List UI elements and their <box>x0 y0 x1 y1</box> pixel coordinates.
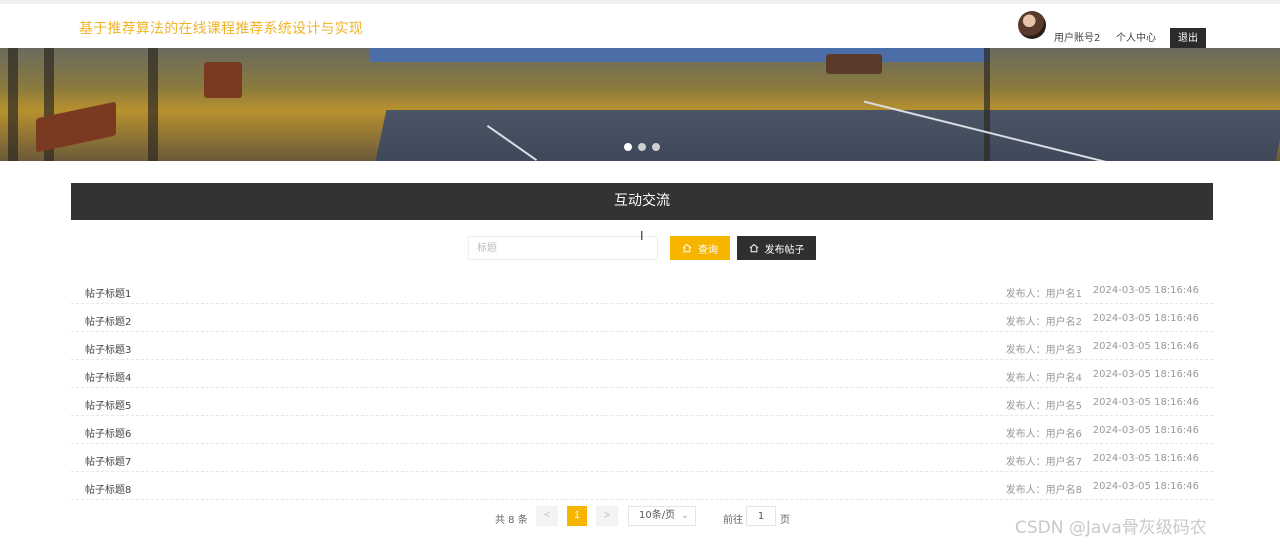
post-row[interactable]: 帖子标题8 发布人：用户名8 2024-03-05 18:16:46 <box>71 472 1213 500</box>
goto-label: 前往 <box>723 515 743 526</box>
publish-post-button[interactable]: 发布帖子 <box>737 236 816 260</box>
post-author: 发布人：用户名7 <box>1005 457 1082 468</box>
post-title[interactable]: 帖子标题2 <box>85 313 131 328</box>
avatar[interactable] <box>1018 11 1046 39</box>
page-number-button[interactable]: 1 <box>567 506 587 526</box>
site-title[interactable]: 基于推荐算法的在线课程推荐系统设计与实现 <box>79 18 363 38</box>
page-size-select[interactable]: 10条/页 ⌄ <box>628 506 696 526</box>
section-title: 互动交流 <box>71 183 1213 220</box>
carousel-dot[interactable] <box>638 143 646 151</box>
post-row[interactable]: 帖子标题2 发布人：用户名2 2024-03-05 18:16:46 <box>71 304 1213 332</box>
post-time: 2024-03-05 18:16:46 <box>1092 397 1199 408</box>
user-center-link[interactable]: 个人中心 <box>1116 29 1156 44</box>
post-author: 发布人：用户名4 <box>1005 373 1082 384</box>
post-row[interactable]: 帖子标题5 发布人：用户名5 2024-03-05 18:16:46 <box>71 388 1213 416</box>
user-account-link[interactable]: 用户账号2 <box>1054 29 1100 44</box>
banner-court <box>373 110 1280 161</box>
post-time: 2024-03-05 18:16:46 <box>1092 453 1199 464</box>
post-author: 发布人：用户名3 <box>1005 345 1082 356</box>
goto-page-input[interactable] <box>746 506 776 526</box>
carousel-dot[interactable] <box>624 143 632 151</box>
post-author: 发布人：用户名2 <box>1005 317 1082 328</box>
banner-bench <box>204 62 242 98</box>
text-cursor-icon: I <box>640 229 644 243</box>
post-row[interactable]: 帖子标题6 发布人：用户名6 2024-03-05 18:16:46 <box>71 416 1213 444</box>
banner-tarp <box>370 48 990 62</box>
publish-post-label: 发布帖子 <box>764 244 805 256</box>
top-header: 基于推荐算法的在线课程推荐系统设计与实现 用户账号2 个人中心 退出 <box>0 0 1280 50</box>
banner-carousel[interactable] <box>0 48 1280 161</box>
post-row[interactable]: 帖子标题3 发布人：用户名3 2024-03-05 18:16:46 <box>71 332 1213 360</box>
banner-tree <box>148 48 158 161</box>
post-time: 2024-03-05 18:16:46 <box>1092 425 1199 436</box>
post-time: 2024-03-05 18:16:46 <box>1092 369 1199 380</box>
post-author: 发布人：用户名6 <box>1005 429 1082 440</box>
post-title[interactable]: 帖子标题3 <box>85 341 131 356</box>
post-title[interactable]: 帖子标题4 <box>85 369 131 384</box>
post-title[interactable]: 帖子标题1 <box>85 285 131 300</box>
banner-tree <box>8 48 18 161</box>
banner-tree <box>984 48 990 161</box>
home-icon <box>682 243 692 253</box>
post-row[interactable]: 帖子标题7 发布人：用户名7 2024-03-05 18:16:46 <box>71 444 1213 472</box>
post-title[interactable]: 帖子标题6 <box>85 425 131 440</box>
post-row[interactable]: 帖子标题1 发布人：用户名1 2024-03-05 18:16:46 <box>71 276 1213 304</box>
post-author: 发布人：用户名1 <box>1005 289 1082 300</box>
post-author: 发布人：用户名5 <box>1005 401 1082 412</box>
search-button[interactable]: 查询 <box>670 236 730 260</box>
post-title[interactable]: 帖子标题7 <box>85 453 131 468</box>
chevron-down-icon: ⌄ <box>680 510 689 521</box>
home-icon <box>749 243 758 253</box>
watermark: CSDN @Java骨灰级码农 <box>1015 518 1207 538</box>
post-list: 帖子标题1 发布人：用户名1 2024-03-05 18:16:46 帖子标题2… <box>71 276 1213 500</box>
post-time: 2024-03-05 18:16:46 <box>1092 313 1199 324</box>
title-search-input[interactable] <box>468 236 658 260</box>
post-title[interactable]: 帖子标题5 <box>85 397 131 412</box>
post-time: 2024-03-05 18:16:46 <box>1092 481 1199 492</box>
banner-bench <box>826 54 882 74</box>
post-time: 2024-03-05 18:16:46 <box>1092 285 1199 296</box>
carousel-dots <box>624 143 660 151</box>
post-author: 发布人：用户名8 <box>1005 485 1082 496</box>
carousel-dot[interactable] <box>652 143 660 151</box>
prev-page-button[interactable]: < <box>536 506 558 526</box>
goto-unit: 页 <box>780 515 790 526</box>
next-page-button[interactable]: > <box>596 506 618 526</box>
page-size-value: 10条/页 <box>639 510 676 521</box>
logout-button[interactable]: 退出 <box>1170 28 1206 50</box>
pagination-total: 共 8 条 <box>495 515 528 526</box>
search-button-label: 查询 <box>698 244 718 256</box>
post-title[interactable]: 帖子标题8 <box>85 481 131 496</box>
post-row[interactable]: 帖子标题4 发布人：用户名4 2024-03-05 18:16:46 <box>71 360 1213 388</box>
post-time: 2024-03-05 18:16:46 <box>1092 341 1199 352</box>
